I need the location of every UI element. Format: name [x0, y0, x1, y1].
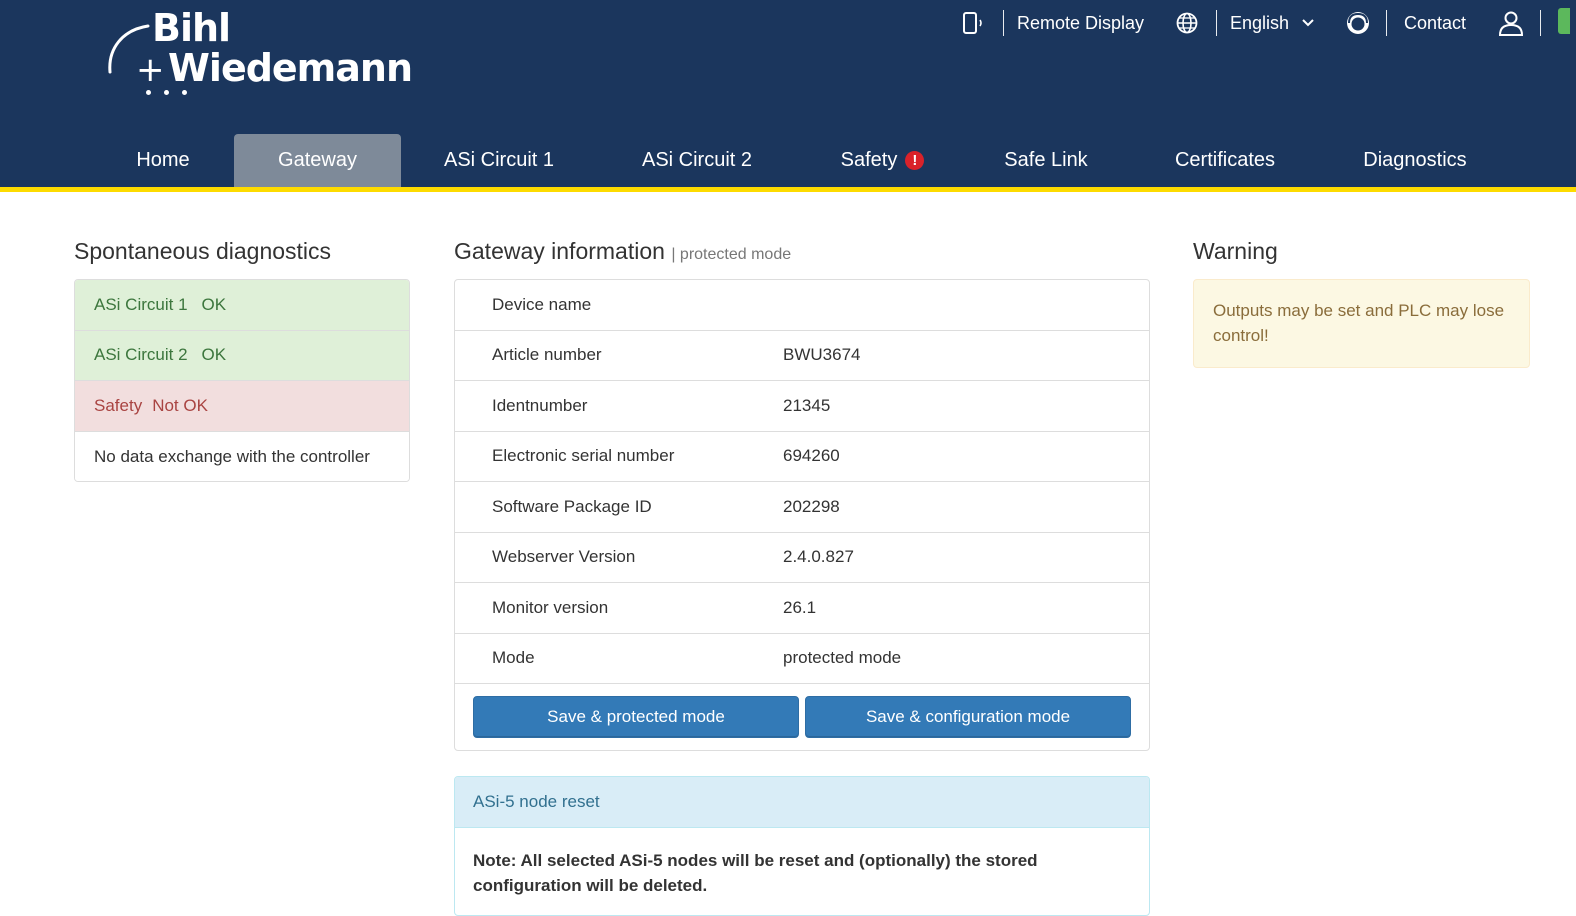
row-label: Webserver Version: [492, 547, 636, 567]
diag-status: Not OK: [152, 395, 208, 415]
gateway-info-table: Device name Article number BWU3674 Identn…: [454, 279, 1150, 751]
diag-name: ASi Circuit 2: [94, 345, 188, 365]
save-protected-mode-button[interactable]: Save & protected mode: [473, 696, 799, 738]
diagnostics-title: Spontaneous diagnostics: [74, 238, 332, 264]
nav-safety[interactable]: Safety: [825, 134, 940, 187]
nav-accent-bar: [0, 187, 1576, 192]
user-account-button[interactable]: [1497, 6, 1541, 40]
site-header: Bihl + Wiedemann Remote Display English …: [0, 0, 1576, 192]
diag-name: ASi Circuit 1: [94, 294, 188, 314]
row-label: Device name: [492, 294, 592, 314]
brand-line2: Wiedemann: [168, 46, 413, 90]
table-row: Identnumber 21345: [455, 381, 1149, 432]
remote-display-link[interactable]: Remote Display: [962, 6, 1144, 40]
table-row: Software Package ID 202298: [455, 482, 1149, 533]
nav-safe-link[interactable]: Safe Link: [990, 134, 1102, 187]
nav-diagnostics[interactable]: Diagnostics: [1350, 134, 1480, 187]
diag-status: OK: [201, 345, 227, 365]
row-label: Mode: [492, 648, 535, 668]
nav-asi-circuit-1[interactable]: ASi Circuit 1: [430, 134, 568, 187]
row-label: Monitor version: [492, 597, 609, 617]
row-value: 202298: [783, 496, 840, 516]
diag-row-data-exchange: No data exchange with the controller: [75, 431, 409, 481]
row-value: 694260: [783, 446, 840, 466]
table-row: Mode protected mode: [455, 634, 1149, 684]
table-row: Webserver Version 2.4.0.827: [455, 533, 1149, 583]
table-row: Monitor version 26.1: [455, 583, 1149, 634]
contact-link[interactable]: Contact: [1345, 6, 1466, 40]
remote-display-label: Remote Display: [1017, 12, 1145, 33]
user-icon: [1497, 9, 1525, 37]
row-label: Electronic serial number: [492, 446, 675, 466]
save-configuration-mode-button[interactable]: Save & configuration mode: [805, 696, 1131, 738]
brand-line1: Bihl: [152, 6, 231, 50]
warning-alert: Outputs may be set and PLC may lose cont…: [1193, 279, 1530, 368]
diag-row-asi-circuit-1: ASi Circuit 1 OK: [75, 280, 409, 331]
remote-display-icon: [962, 10, 986, 36]
table-row: Article number BWU3674: [455, 331, 1149, 381]
diag-row-safety: Safety Not OK: [75, 381, 409, 432]
gateway-title: Gateway information | protected mode: [454, 238, 791, 265]
chevron-down-icon: [1301, 18, 1315, 28]
table-row: Device name: [455, 280, 1149, 331]
row-value: 2.4.0.827: [783, 547, 854, 567]
status-indicator: [1558, 8, 1570, 34]
row-label: Article number: [492, 345, 602, 365]
gateway-mode-subtitle: | protected mode: [671, 246, 792, 263]
language-label: English: [1230, 12, 1290, 33]
language-selector[interactable]: English: [1175, 6, 1315, 40]
nav-certificates[interactable]: Certificates: [1160, 134, 1290, 187]
nav-gateway[interactable]: Gateway: [234, 134, 401, 187]
nav-asi-circuit-2[interactable]: ASi Circuit 2: [627, 134, 767, 187]
row-value: BWU3674: [783, 345, 861, 365]
row-value: 26.1: [783, 597, 817, 617]
support-headset-icon: [1345, 10, 1371, 36]
node-reset-panel: ASi-5 node reset Note: All selected ASi-…: [454, 776, 1150, 916]
gateway-title-text: Gateway information: [454, 238, 665, 264]
diag-name: No data exchange with the controller: [94, 446, 370, 466]
node-reset-note: Note: All selected ASi-5 nodes will be r…: [473, 851, 1038, 895]
brand-dots: [144, 86, 194, 96]
contact-label: Contact: [1404, 12, 1467, 33]
row-label: Identnumber: [492, 395, 588, 415]
diag-status: OK: [201, 294, 227, 314]
row-value: 21345: [783, 395, 831, 415]
row-label: Software Package ID: [492, 496, 652, 516]
row-value: protected mode: [783, 648, 902, 668]
diag-name: Safety: [94, 395, 143, 415]
mode-button-group: Save & protected mode Save & configurati…: [473, 696, 1133, 740]
warning-title: Warning: [1193, 238, 1278, 264]
node-reset-title: ASi-5 node reset: [455, 777, 1149, 828]
globe-icon: [1175, 11, 1199, 35]
table-row: Electronic serial number 694260: [455, 432, 1149, 482]
nav-home[interactable]: Home: [118, 134, 208, 187]
alert-icon: [905, 151, 925, 170]
diagnostics-list: ASi Circuit 1 OK ASi Circuit 2 OK Safety…: [74, 279, 410, 482]
brand-logo[interactable]: Bihl + Wiedemann: [100, 4, 413, 104]
diag-row-asi-circuit-2: ASi Circuit 2 OK: [75, 330, 409, 381]
